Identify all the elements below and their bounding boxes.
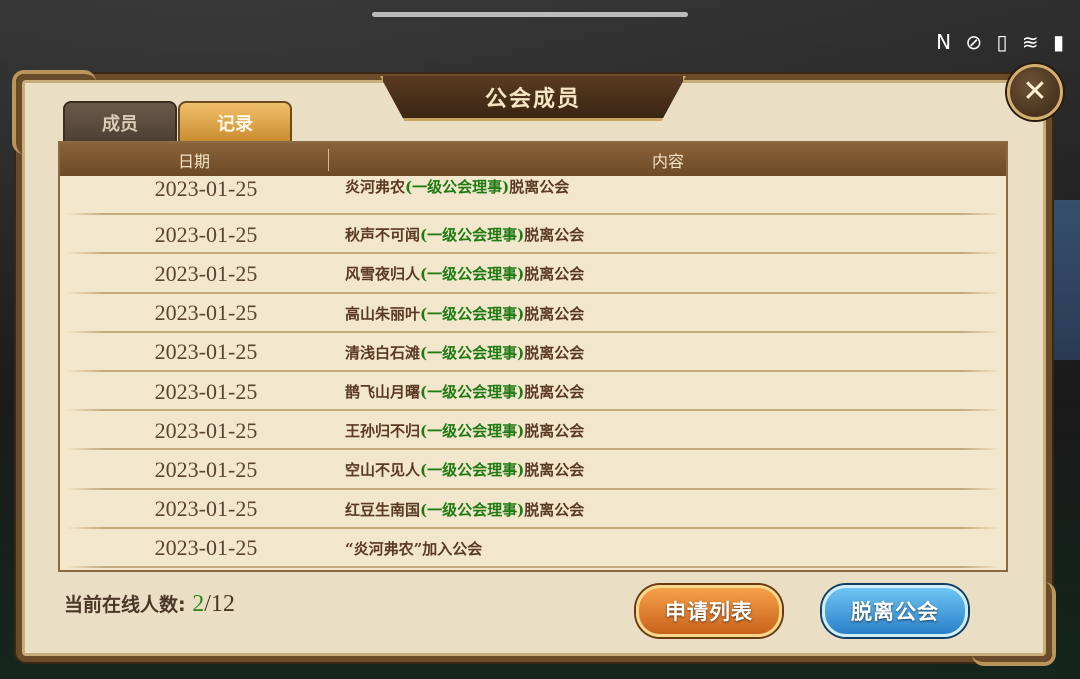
column-header-date: 日期 — [177, 151, 210, 171]
table-row: 2023-01-25 红豆生南国 (一级公会理事) 脱离公会 — [60, 490, 1006, 529]
close-button[interactable]: ✕ — [1007, 64, 1063, 120]
record-action: 脱离公会 — [524, 265, 585, 284]
row-date: 2023-01-25 — [154, 535, 258, 561]
table-row: 2023-01-25 王孙归不归 (一级公会理事) 脱离公会 — [60, 411, 1006, 451]
home-indicator — [372, 12, 688, 17]
records-table[interactable]: 日期 内容 2023-01-25 炎河弗农 (一级公会理事) 脱离公会 2023-01-… — [58, 141, 1008, 572]
tab-members[interactable]: 成员 — [63, 101, 177, 145]
table-row: 2023-01-25 清浅白石滩 (一级公会理事) 脱离公会 — [60, 333, 1006, 373]
table-row: 2023-01-25 “炎河弗农” 加入公会 — [60, 529, 1006, 569]
record-action: 脱离公会 — [524, 461, 585, 480]
member-name: 红豆生南国 — [345, 500, 421, 519]
member-role: (一级公会理事) — [420, 383, 525, 402]
member-role: (一级公会理事) — [420, 265, 525, 284]
member-name: “炎河弗农” — [345, 539, 423, 558]
member-role: (一级公会理事) — [420, 500, 525, 519]
record-action: 脱离公会 — [524, 500, 585, 519]
row-date: 2023-01-25 — [154, 260, 258, 286]
row-date: 2023-01-25 — [154, 378, 258, 404]
row-content: 风雪夜归人 (一级公会理事) 脱离公会 — [345, 254, 584, 293]
member-name: 王孙归不归 — [345, 422, 421, 441]
record-action: 脱离公会 — [524, 422, 585, 441]
record-action: 脱离公会 — [524, 343, 585, 362]
member-role: (一级公会理事) — [420, 422, 525, 441]
column-header-content: 内容 — [651, 151, 684, 171]
row-content: 炎河弗农 (一级公会理事) 脱离公会 — [345, 176, 569, 215]
row-date: 2023-01-25 — [154, 339, 258, 365]
panel-title: 公会成员 — [380, 76, 686, 121]
row-date: 2023-01-25 — [154, 496, 258, 522]
row-date: 2023-01-25 — [154, 176, 258, 201]
record-action: 加入公会 — [422, 539, 483, 558]
row-content: “炎河弗农” 加入公会 — [345, 529, 482, 568]
row-content: 红豆生南国 (一级公会理事) 脱离公会 — [345, 490, 584, 529]
header-divider — [328, 149, 329, 171]
member-role: (一级公会理事) — [405, 178, 510, 196]
online-total: /12 — [204, 591, 235, 617]
member-role: (一级公会理事) — [420, 226, 525, 245]
table-row: 2023-01-25 风雪夜归人 (一级公会理事) 脱离公会 — [60, 254, 1006, 294]
member-role: (一级公会理事) — [420, 304, 525, 323]
records-list: 2023-01-25 炎河弗农 (一级公会理事) 脱离公会 2023-01-25 秋声不可… — [60, 176, 1006, 569]
table-row: 2023-01-25 秋声不可闻 (一级公会理事) 脱离公会 — [60, 215, 1006, 255]
row-content: 王孙归不归 (一级公会理事) 脱离公会 — [345, 411, 584, 450]
row-content: 高山朱丽叶 (一级公会理事) 脱离公会 — [345, 294, 584, 333]
online-label: 当前在线人数: — [64, 594, 186, 616]
member-role: (一级公会理事) — [420, 461, 525, 480]
leave-guild-button[interactable]: 脱离公会 — [822, 585, 968, 637]
member-name: 空山不见人 — [345, 461, 421, 480]
table-row: 2023-01-25 鹊飞山月曙 (一级公会理事) 脱离公会 — [60, 372, 1006, 412]
table-row: 2023-01-25 高山朱丽叶 (一级公会理事) 脱离公会 — [60, 294, 1006, 333]
row-date: 2023-01-25 — [154, 456, 258, 482]
record-action: 脱离公会 — [524, 226, 585, 245]
row-date: 2023-01-25 — [154, 300, 258, 326]
online-count: 当前在线人数: 2/12 — [64, 590, 235, 618]
member-name: 秋声不可闻 — [345, 226, 421, 245]
row-date: 2023-01-25 — [154, 221, 258, 247]
member-name: 清浅白石滩 — [345, 343, 421, 362]
row-content: 秋声不可闻 (一级公会理事) 脱离公会 — [345, 215, 584, 254]
row-content: 清浅白石滩 (一级公会理事) 脱离公会 — [345, 333, 584, 372]
record-action: 脱离公会 — [524, 383, 585, 402]
record-action: 脱离公会 — [509, 178, 570, 196]
member-name: 风雪夜归人 — [345, 265, 421, 284]
record-action: 脱离公会 — [524, 304, 585, 323]
table-row: 2023-01-25 空山不见人 (一级公会理事) 脱离公会 — [60, 450, 1006, 490]
apply-list-button[interactable]: 申请列表 — [636, 585, 782, 637]
table-header: 日期 内容 — [60, 143, 1006, 176]
table-row: 2023-01-25 炎河弗农 (一级公会理事) 脱离公会 — [60, 176, 1006, 216]
member-name: 炎河弗农 — [345, 178, 406, 196]
row-content: 鹊飞山月曙 (一级公会理事) 脱离公会 — [345, 372, 584, 411]
online-current: 2 — [192, 591, 205, 617]
row-date: 2023-01-25 — [154, 417, 258, 443]
corner-ornament — [972, 582, 1056, 666]
tab-records[interactable]: 记录 — [178, 101, 292, 145]
row-content: 空山不见人 (一级公会理事) 脱离公会 — [345, 450, 584, 489]
member-name: 高山朱丽叶 — [345, 304, 421, 323]
member-role: (一级公会理事) — [420, 343, 525, 362]
status-bar-icons: N ⊘ ▯ ≋ ▮ — [936, 30, 1068, 54]
member-name: 鹊飞山月曙 — [345, 383, 421, 402]
